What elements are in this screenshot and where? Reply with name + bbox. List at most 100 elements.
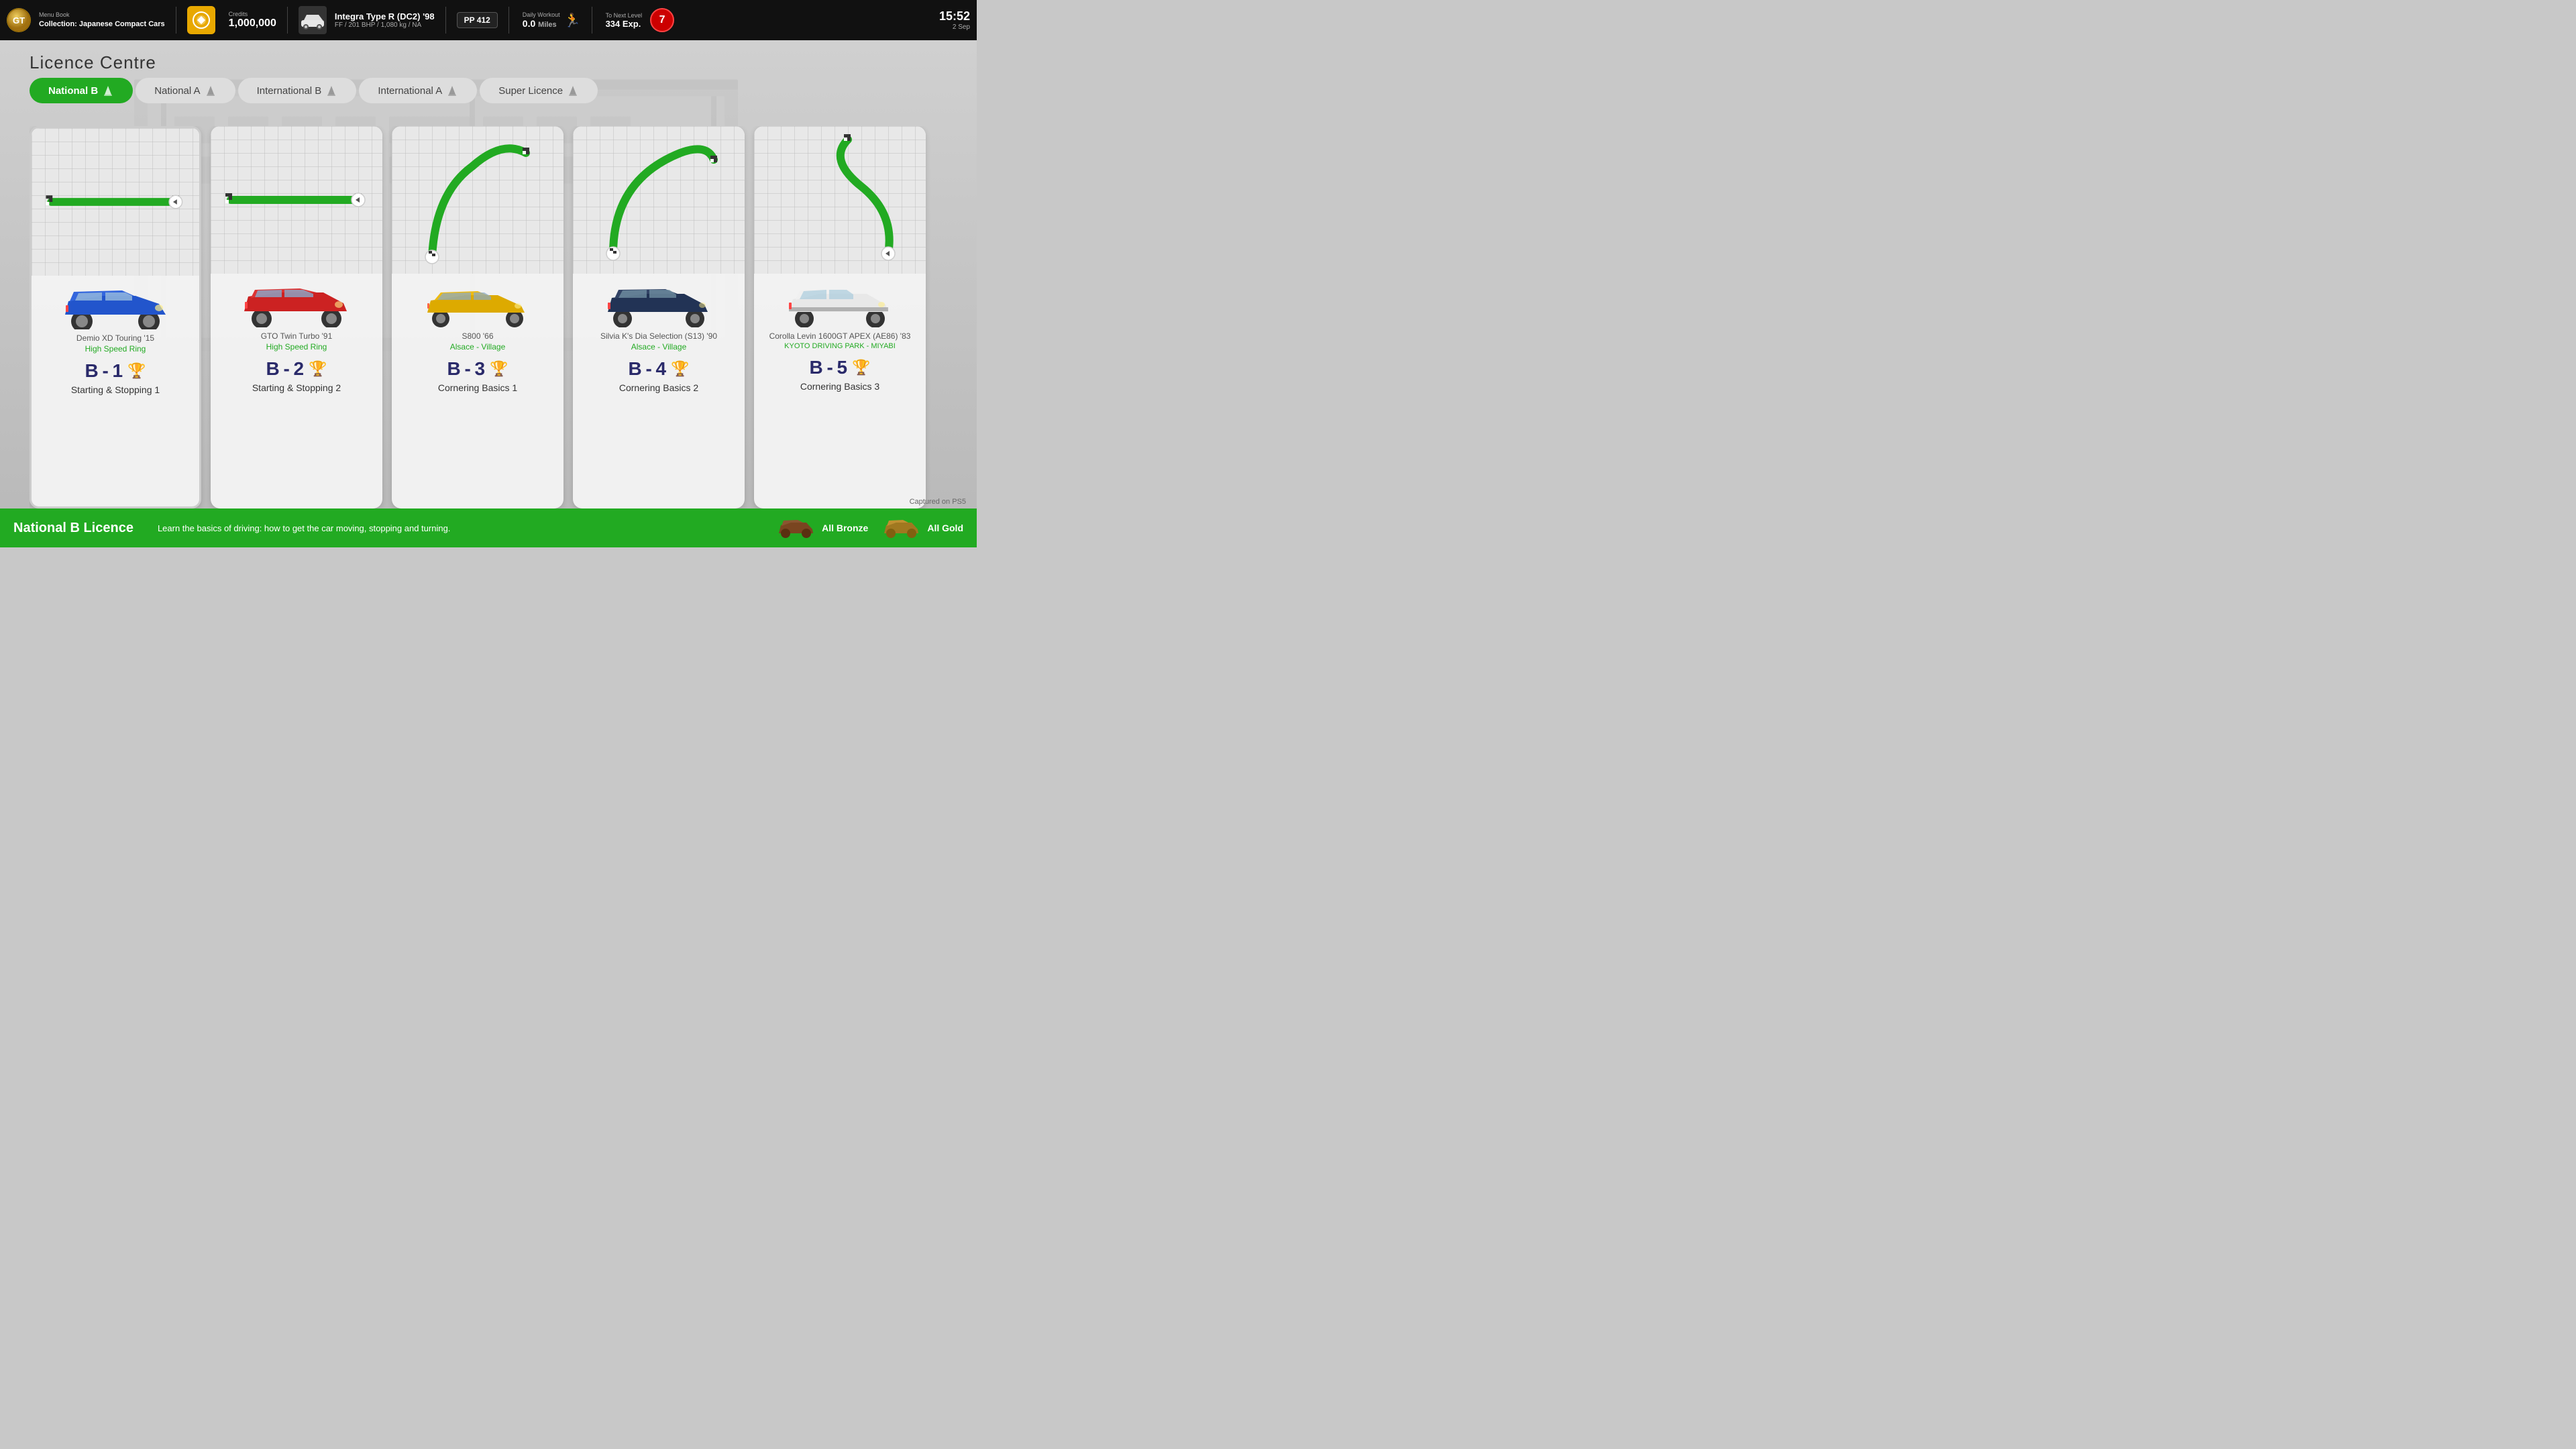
clock-date: 2 Sep	[953, 23, 970, 31]
card-b3-car-name: S800 '66	[457, 331, 499, 341]
card-b5-car-area	[754, 274, 926, 327]
card-b2[interactable]: GTO Twin Turbo '91 High Speed Ring B - 2…	[211, 126, 382, 508]
international-b-cone-icon	[325, 85, 337, 97]
card-b3-car-svg	[417, 280, 538, 327]
card-b2-track-name: High Speed Ring	[266, 342, 327, 352]
credits-section: Credits 1,000,000	[229, 11, 276, 30]
card-b1-lesson-name: Starting & Stopping 1	[71, 384, 160, 395]
bottom-bar: National B Licence Learn the basics of d…	[0, 508, 977, 547]
card-b2-car-svg	[236, 280, 357, 327]
bottom-title: National B Licence	[13, 521, 133, 536]
main-content: Licence Centre National B National A Int…	[0, 40, 977, 547]
bottom-description: Learn the basics of driving: how to get …	[158, 523, 763, 533]
card-b4-car-svg	[598, 280, 719, 327]
card-b3-track	[392, 126, 564, 274]
car-spec: FF / 201 BHP / 1,080 kg / NA	[335, 21, 435, 29]
gold-car-icon	[881, 516, 922, 540]
card-b2-track-svg	[211, 126, 382, 274]
tab-national-b-label: National B	[48, 85, 98, 97]
tab-super-licence-label: Super Licence	[498, 85, 563, 97]
card-b3-track-svg	[392, 126, 564, 274]
card-b3-car-area	[392, 274, 564, 327]
top-bar: GT Menu Book Collection: Japanese Compac…	[0, 0, 977, 40]
workout-section: Daily Workout 0.0 Miles 🏃	[523, 11, 581, 29]
collection-icon	[187, 6, 215, 34]
card-b4-trophy: 🏆	[671, 360, 689, 378]
card-b5-track-svg	[754, 126, 926, 274]
car-icon-box	[299, 6, 327, 34]
card-b4-track	[573, 126, 745, 274]
card-b2-code: B - 2	[266, 358, 303, 380]
card-b1-car-area	[32, 276, 199, 329]
next-level-label: To Next Level	[606, 12, 643, 19]
card-b3-code: B - 3	[447, 358, 484, 380]
card-b3-track-name: Alsace - Village	[450, 342, 506, 352]
menu-label: Menu Book	[39, 11, 165, 19]
card-b2-track	[211, 126, 382, 274]
card-b4-lesson-name: Cornering Basics 2	[619, 382, 698, 393]
card-b5-trophy: 🏆	[852, 359, 870, 376]
clock-time: 15:52	[939, 9, 970, 23]
card-b1-track	[32, 128, 199, 276]
card-b3-trophy: 🏆	[490, 360, 508, 378]
pp-badge: PP 412	[457, 12, 498, 28]
card-b4-code: B - 4	[628, 358, 665, 380]
card-b2-trophy: 🏆	[309, 360, 327, 378]
card-b1-lesson-row: B - 1 🏆	[85, 360, 146, 382]
tab-international-a[interactable]: International A	[359, 78, 477, 103]
menu-book-section: Menu Book Collection: Japanese Compact C…	[39, 11, 165, 30]
card-b5-lesson-name: Cornering Basics 3	[800, 381, 879, 392]
tab-national-b[interactable]: National B	[30, 78, 133, 103]
card-b5-track	[754, 126, 926, 274]
card-b2-lesson-name: Starting & Stopping 2	[252, 382, 341, 393]
card-b1-car-name: Demio XD Touring '15	[71, 333, 160, 343]
card-b2-lesson-row: B - 2 🏆	[266, 358, 327, 380]
licence-tabs: National B National A International B In…	[30, 78, 600, 103]
tab-super-licence[interactable]: Super Licence	[480, 78, 598, 103]
card-b4-track-name: Alsace - Village	[631, 342, 687, 352]
card-b4-car-area	[573, 274, 745, 327]
card-b1-track-name: High Speed Ring	[85, 344, 146, 354]
bronze-award-label: All Bronze	[822, 523, 868, 533]
card-b1-code: B - 1	[85, 360, 122, 382]
level-badge: 7	[650, 8, 674, 32]
card-b4[interactable]: Silvia K's Dia Selection (S13) '90 Alsac…	[573, 126, 745, 508]
pp-value: 412	[477, 15, 490, 25]
card-b3-lesson-name: Cornering Basics 1	[438, 382, 517, 393]
credits-label: Credits	[229, 11, 276, 17]
card-b5-code: B - 5	[809, 357, 847, 378]
card-b1-track-svg	[32, 128, 199, 276]
bottom-award-bronze: All Bronze	[776, 516, 868, 540]
national-a-cone-icon	[205, 85, 217, 97]
card-b2-car-area	[211, 274, 382, 327]
tab-international-b[interactable]: International B	[238, 78, 357, 103]
car-info-section: Integra Type R (DC2) '98 FF / 201 BHP / …	[335, 11, 435, 29]
card-b1[interactable]: Demio XD Touring '15 High Speed Ring B -…	[30, 126, 201, 508]
divider-3	[445, 7, 446, 34]
tab-international-b-label: International B	[257, 85, 322, 97]
card-b3-lesson-row: B - 3 🏆	[447, 358, 508, 380]
gold-award-label: All Gold	[927, 523, 963, 533]
workout-label: Daily Workout	[523, 11, 560, 18]
divider-2	[287, 7, 288, 34]
runner-icon: 🏃	[564, 12, 581, 29]
card-b3[interactable]: S800 '66 Alsace - Village B - 3 🏆 Corner…	[392, 126, 564, 508]
svg-text:GT: GT	[13, 15, 25, 25]
car-name: Integra Type R (DC2) '98	[335, 11, 435, 21]
card-b1-trophy: 🏆	[127, 362, 146, 380]
card-b5-lesson-row: B - 5 🏆	[809, 357, 870, 378]
card-b5[interactable]: Corolla Levin 1600GT APEX (AE86) '83 KYO…	[754, 126, 926, 508]
tab-national-a[interactable]: National A	[136, 78, 235, 103]
gt-logo: GT	[7, 8, 31, 32]
bronze-car-icon	[776, 516, 816, 540]
super-licence-cone-icon	[567, 85, 579, 97]
card-b4-track-svg	[573, 126, 745, 274]
next-level-value: 334 Exp.	[606, 19, 643, 29]
captured-text: Captured on PS5	[910, 498, 966, 506]
time-section: 15:52 2 Sep	[939, 9, 970, 31]
workout-value: 0.0 Miles	[523, 18, 560, 29]
tab-national-a-label: National A	[154, 85, 200, 97]
card-b2-car-name: GTO Twin Turbo '91	[256, 331, 338, 341]
collection-label: Collection: Japanese Compact Cars	[39, 19, 165, 30]
card-b5-car-name: Corolla Levin 1600GT APEX (AE86) '83	[764, 331, 916, 341]
